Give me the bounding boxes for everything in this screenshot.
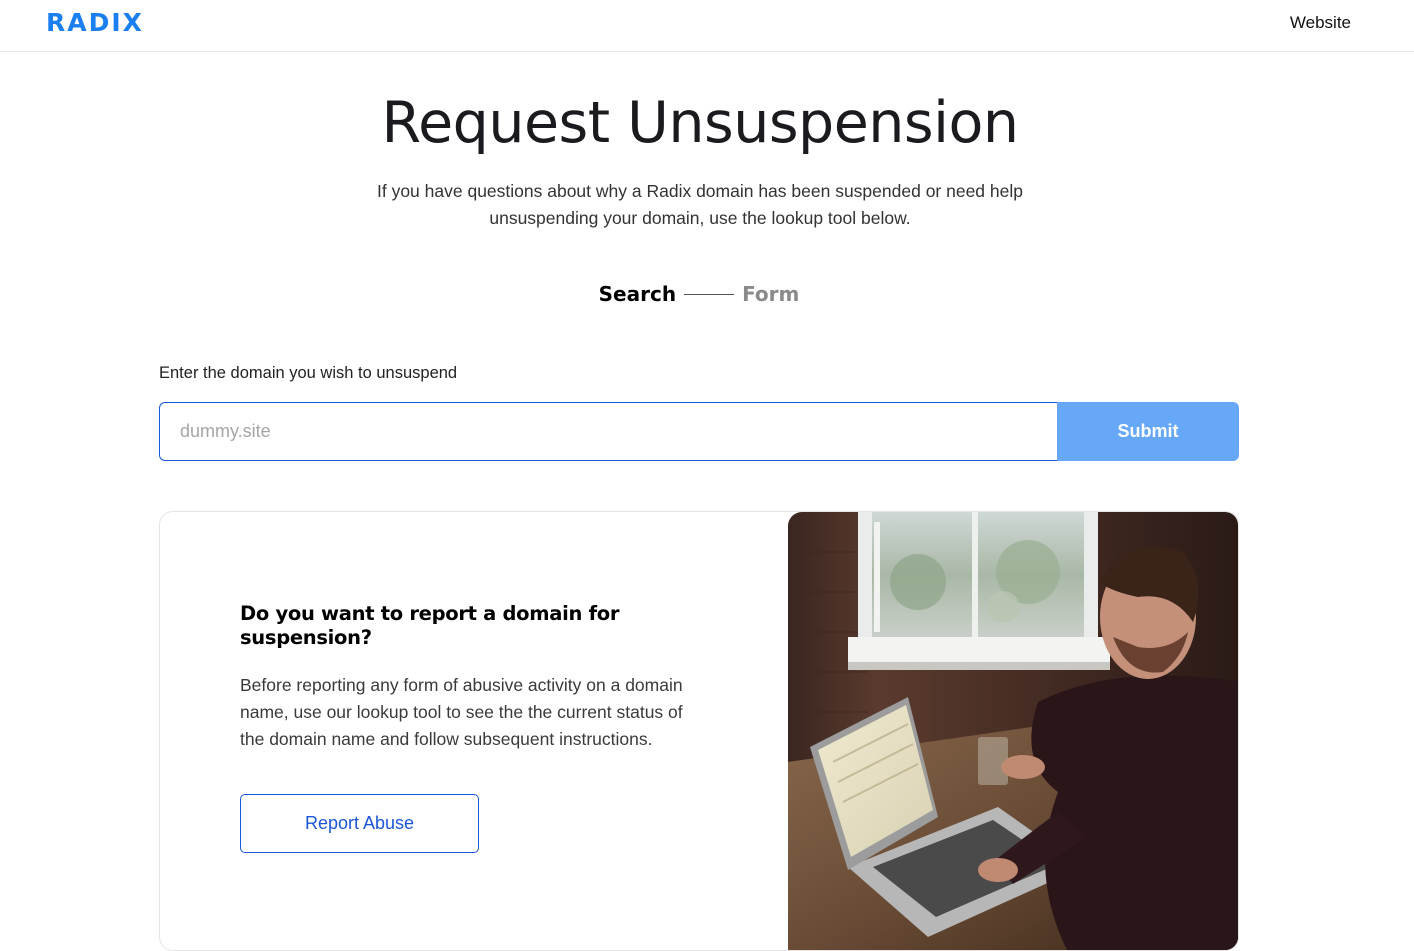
top-navbar: RADIX Website <box>0 0 1414 52</box>
domain-search-form: Submit <box>159 402 1239 461</box>
man-with-laptop-image <box>788 512 1238 950</box>
step-indicator: Search Form <box>0 282 1398 306</box>
report-card-text: Before reporting any form of abusive act… <box>240 675 683 749</box>
intro-text: If you have questions about why a Radix … <box>376 181 1023 228</box>
website-link[interactable]: Website <box>1290 13 1351 33</box>
submit-button[interactable]: Submit <box>1057 402 1239 461</box>
report-abuse-button[interactable]: Report Abuse <box>240 794 479 853</box>
step-search: Search <box>598 282 677 306</box>
domain-field-label: Enter the domain you wish to unsuspend <box>159 364 458 382</box>
report-abuse-card: Do you want to report a domain for suspe… <box>159 511 1239 951</box>
step-form: Form <box>742 282 800 306</box>
step-connector <box>684 293 735 295</box>
page-title: Request Unsuspension <box>381 90 1019 156</box>
report-card-heading: Do you want to report a domain for suspe… <box>240 602 620 649</box>
radix-logo[interactable]: RADIX <box>46 8 144 38</box>
domain-input[interactable] <box>159 402 1057 461</box>
